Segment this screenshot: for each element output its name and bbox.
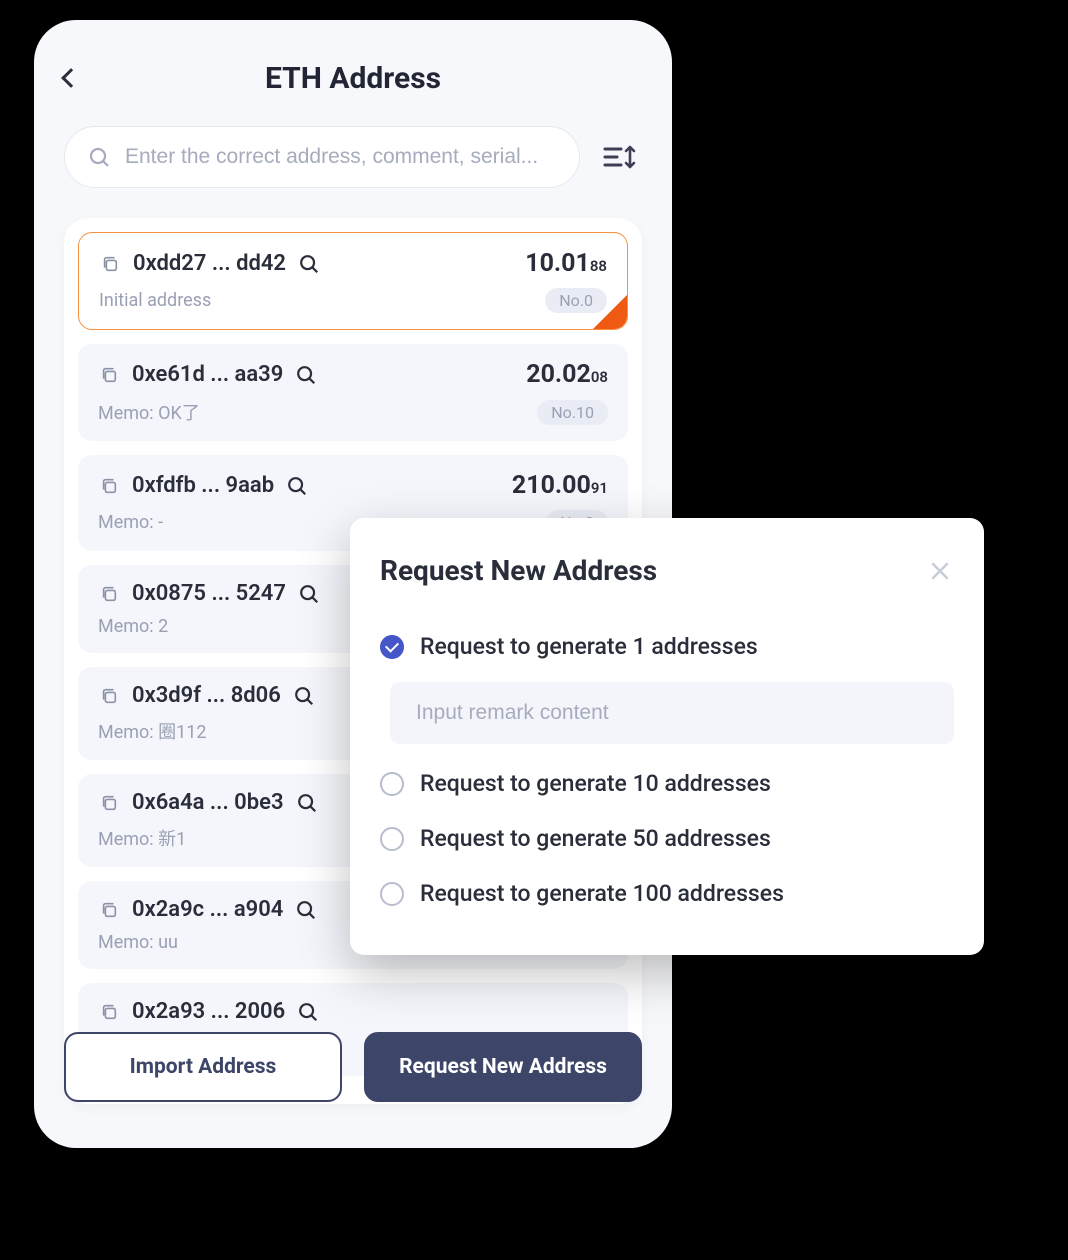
address-row-main: 0x2a93 ... 2006	[98, 999, 608, 1024]
search-input[interactable]	[125, 145, 557, 169]
modal-title: Request New Address	[380, 554, 657, 587]
search-row	[34, 116, 672, 188]
copy-icon[interactable]	[99, 253, 121, 275]
memo-text: Memo: -	[98, 512, 163, 533]
request-new-address-modal: Request New Address Request to generate …	[350, 518, 984, 955]
header: ETH Address	[34, 20, 672, 116]
modal-close-button[interactable]	[926, 557, 954, 585]
magnify-icon[interactable]	[297, 1001, 319, 1023]
address-text: 0xfdfb ... 9aab	[132, 473, 274, 498]
address-row-main: 0xe61d ... aa39 20.0208	[98, 360, 608, 389]
address-text: 0x3d9f ... 8d06	[132, 683, 281, 708]
generate-option[interactable]: Request to generate 10 addresses	[380, 756, 954, 811]
option-label: Request to generate 1 addresses	[420, 633, 758, 660]
magnify-icon[interactable]	[295, 364, 317, 386]
address-row-main: 0xdd27 ... dd42 10.0188	[99, 249, 607, 278]
address-text: 0xe61d ... aa39	[132, 362, 283, 387]
search-icon	[87, 145, 111, 169]
radio-icon[interactable]	[380, 882, 404, 906]
copy-icon[interactable]	[98, 364, 120, 386]
copy-icon[interactable]	[98, 475, 120, 497]
import-address-button[interactable]: Import Address	[64, 1032, 342, 1102]
request-new-address-button[interactable]: Request New Address	[364, 1032, 642, 1102]
address-card[interactable]: 0xe61d ... aa39 20.0208 Memo: OK了 No.10	[78, 344, 628, 441]
radio-icon[interactable]	[380, 827, 404, 851]
serial-badge: No.10	[537, 400, 608, 425]
magnify-icon[interactable]	[296, 792, 318, 814]
copy-icon[interactable]	[98, 583, 120, 605]
magnify-icon[interactable]	[286, 475, 308, 497]
copy-icon[interactable]	[98, 1001, 120, 1023]
sort-icon	[603, 143, 637, 171]
generate-option[interactable]: Request to generate 100 addresses	[380, 866, 954, 921]
generate-option[interactable]: Request to generate 50 addresses	[380, 811, 954, 866]
balance-value: 210.0091	[512, 471, 608, 500]
magnify-icon[interactable]	[298, 583, 320, 605]
option-label: Request to generate 10 addresses	[420, 770, 771, 797]
address-row-main: 0xfdfb ... 9aab 210.0091	[98, 471, 608, 500]
memo-text: Memo: 圈112	[98, 718, 206, 744]
generate-option[interactable]: Request to generate 1 addresses	[380, 619, 954, 674]
radio-checked-icon[interactable]	[380, 635, 404, 659]
selected-corner-icon	[593, 295, 627, 329]
balance-value: 10.0188	[525, 249, 607, 278]
magnify-icon[interactable]	[298, 253, 320, 275]
address-text: 0x0875 ... 5247	[132, 581, 286, 606]
modal-header: Request New Address	[380, 554, 954, 587]
magnify-icon[interactable]	[293, 685, 315, 707]
address-text: 0x6a4a ... 0be3	[132, 790, 284, 815]
option-label: Request to generate 50 addresses	[420, 825, 771, 852]
memo-text: Memo: 新1	[98, 825, 186, 851]
address-card[interactable]: 0xdd27 ... dd42 10.0188 Initial addressNo.…	[78, 232, 628, 330]
magnify-icon[interactable]	[295, 899, 317, 921]
memo-text: Memo: 2	[98, 616, 168, 637]
copy-icon[interactable]	[98, 685, 120, 707]
address-text: 0x2a9c ... a904	[132, 897, 283, 922]
page-title: ETH Address	[64, 61, 642, 96]
remark-input[interactable]	[390, 682, 954, 744]
address-text: 0xdd27 ... dd42	[133, 251, 286, 276]
memo-text: Memo: uu	[98, 932, 178, 953]
sort-button[interactable]	[598, 135, 642, 179]
search-box[interactable]	[64, 126, 580, 188]
memo-text: Initial address	[99, 290, 211, 311]
copy-icon[interactable]	[98, 899, 120, 921]
radio-icon[interactable]	[380, 772, 404, 796]
address-row-meta: Memo: OK了 No.10	[98, 399, 608, 425]
balance-value: 20.0208	[526, 360, 608, 389]
close-icon	[930, 561, 950, 581]
copy-icon[interactable]	[98, 792, 120, 814]
address-text: 0x2a93 ... 2006	[132, 999, 285, 1024]
bottom-bar: Import Address Request New Address	[64, 1032, 642, 1102]
option-label: Request to generate 100 addresses	[420, 880, 784, 907]
memo-text: Memo: OK了	[98, 399, 200, 425]
address-row-meta: Initial addressNo.0	[99, 288, 607, 313]
